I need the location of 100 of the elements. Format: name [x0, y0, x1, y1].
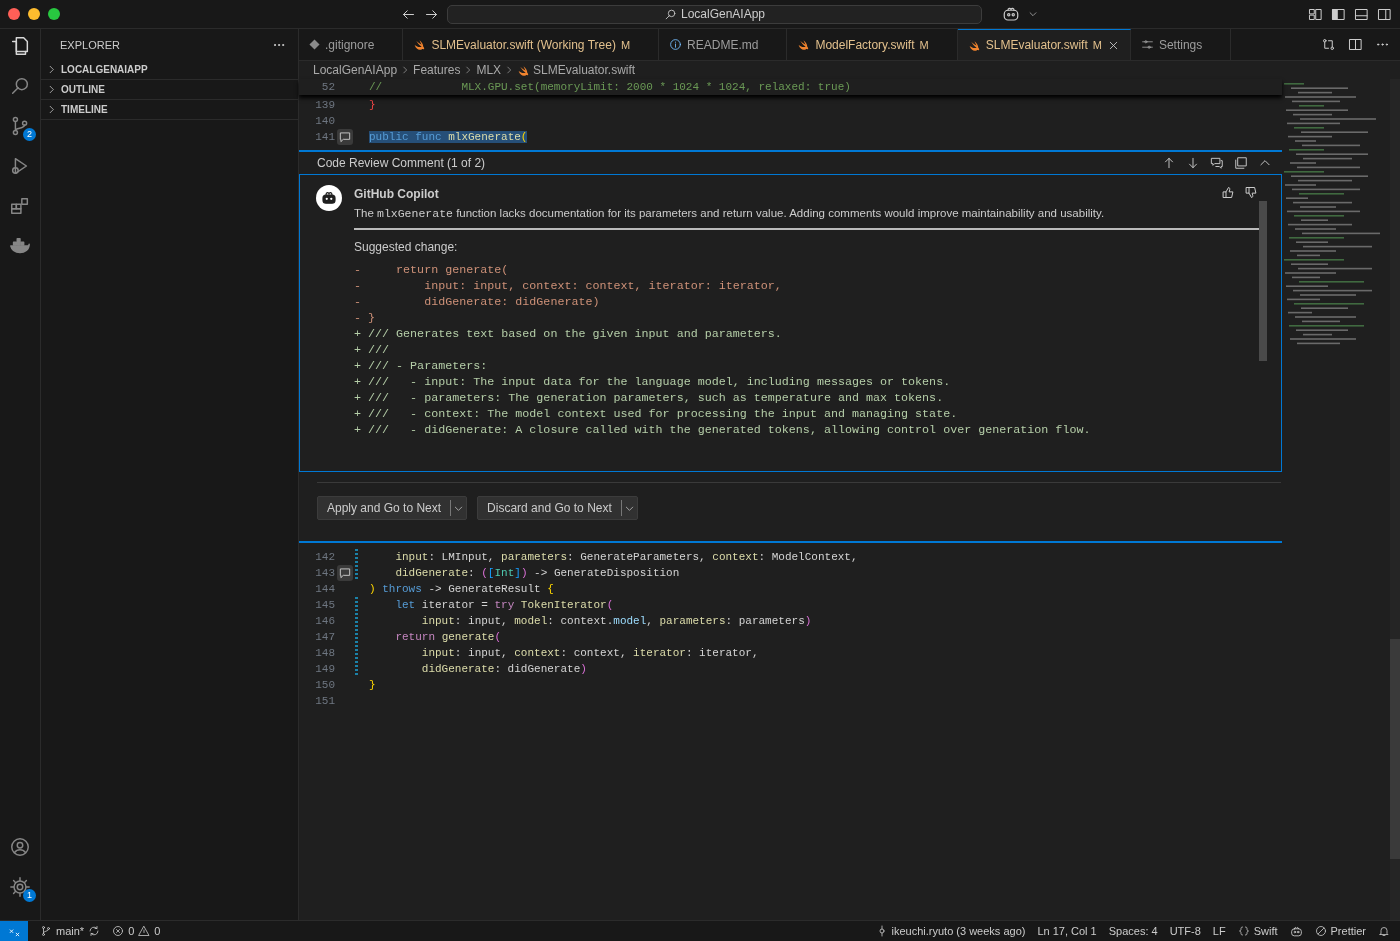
- maximize-window-button[interactable]: [48, 8, 60, 20]
- swift-icon: [413, 38, 427, 51]
- editor-tab[interactable]: SLMEvaluator.swift M: [957, 29, 1131, 60]
- comments-icon[interactable]: [1210, 156, 1224, 170]
- error-icon: [112, 925, 125, 937]
- breadcrumb-item[interactable]: Features: [413, 63, 461, 77]
- thumbs-down-icon[interactable]: [1244, 185, 1259, 200]
- command-center-search[interactable]: LocalGenAIApp: [447, 4, 982, 24]
- scrollbar-thumb[interactable]: [1390, 639, 1400, 859]
- section-header[interactable]: TIMELINE: [41, 100, 298, 120]
- chevron-down-icon: [1028, 9, 1038, 19]
- sidebar-toggle-icon[interactable]: [1331, 6, 1346, 22]
- diff-line: + /// - parameters: The generation parameters, such as temperature and max tokens.: [354, 390, 945, 406]
- braces-icon: [1237, 925, 1250, 937]
- code-line: input: LMInput, parameters: GenerateParameters, context: ModelContext,: [394, 551, 858, 563]
- branch-status[interactable]: main*: [40, 925, 101, 937]
- action-split-button[interactable]: Discard and Go to Next: [477, 496, 638, 520]
- breadcrumb-item[interactable]: SLMEvaluator.swift: [533, 63, 636, 77]
- arrow-down-icon[interactable]: [1186, 156, 1200, 170]
- sliders-icon: [1140, 38, 1154, 51]
- code-line: ) throws -> GenerateResult {: [369, 583, 554, 595]
- code-line: }: [369, 99, 376, 111]
- diff-line: + /// - context: The model context used for processing the input and managing state.: [354, 406, 959, 422]
- count-badge: 1: [23, 889, 36, 902]
- code-line: let iterator = try TokenIterator(: [394, 599, 614, 611]
- account-icon[interactable]: [9, 836, 31, 858]
- blocks-icon[interactable]: [9, 195, 31, 217]
- review-title: Code Review Comment (1 of 2): [317, 156, 486, 170]
- section-header[interactable]: OUTLINE: [41, 80, 298, 100]
- breadcrumb-item[interactable]: LocalGenAIApp: [313, 63, 398, 77]
- diff-line: + /// - input: The input data for the language model, including messages or tokens.: [354, 374, 952, 390]
- line-number: 140: [314, 115, 335, 127]
- diff-line: + ///: [354, 342, 391, 358]
- bell-icon[interactable]: [1378, 925, 1390, 937]
- copilot-icon[interactable]: [1002, 5, 1020, 23]
- language-status[interactable]: Swift: [1237, 925, 1278, 937]
- breadcrumb-item[interactable]: MLX: [476, 63, 502, 77]
- line-number: 52: [320, 81, 335, 93]
- diff-line: + /// - didGenerate: A closure called with the generated tokens, allowing control over generation flow.: [354, 422, 1092, 438]
- line-number: 144: [314, 583, 335, 595]
- line-number: 147: [314, 631, 335, 643]
- action-split-button[interactable]: Apply and Go to Next: [317, 496, 468, 520]
- line-number: 149: [314, 663, 335, 675]
- line-number: 151: [314, 695, 335, 707]
- diff-line: - input: input, context: context, iterator: iterator,: [354, 278, 783, 294]
- minimize-window-button[interactable]: [28, 8, 40, 20]
- branch-icon: [40, 925, 52, 937]
- line-number: 142: [314, 551, 335, 563]
- encoding-status[interactable]: UTF-8: [1169, 925, 1201, 937]
- layout-icon[interactable]: [1308, 6, 1323, 22]
- compare-icon[interactable]: [1321, 37, 1336, 52]
- close-window-button[interactable]: [8, 8, 20, 20]
- diff-line: - return generate(: [354, 262, 510, 278]
- code-line: didGenerate: ([Int]) -> GenerateDisposition: [394, 567, 680, 579]
- line-number: 139: [314, 99, 335, 111]
- line-number: 141: [314, 131, 335, 143]
- count-badge: 2: [23, 128, 36, 141]
- code-line: }: [369, 679, 376, 691]
- section-header[interactable]: LOCALGENAIAPP: [41, 60, 298, 80]
- diff-line: - }: [354, 310, 377, 326]
- thumbs-up-icon[interactable]: [1221, 185, 1236, 200]
- sync-icon: [88, 925, 101, 937]
- split-editor-icon[interactable]: [1348, 37, 1363, 52]
- comment-icon[interactable]: [337, 129, 353, 145]
- panel-toggle-icon[interactable]: [1354, 6, 1369, 22]
- line-number: 143: [314, 567, 335, 579]
- comment-icon[interactable]: [337, 565, 353, 581]
- code-line: input: input, context: context, iterator: iterator,: [420, 647, 759, 659]
- code-line: return generate(: [394, 631, 502, 643]
- secondary-sidebar-icon[interactable]: [1377, 6, 1392, 22]
- diff-line: + /// Generates text based on the given input and parameters.: [354, 326, 783, 342]
- cursor-position[interactable]: Ln 17, Col 1: [1037, 925, 1097, 937]
- scrollbar-thumb[interactable]: [1259, 201, 1267, 361]
- line-number: 148: [314, 647, 335, 659]
- suggestion-label: Suggested change:: [354, 240, 459, 254]
- diff-line: - didGenerate: didGenerate): [354, 294, 601, 310]
- collapse-all-icon[interactable]: [1234, 156, 1248, 170]
- diamond-icon: [309, 39, 320, 50]
- line-number: 150: [314, 679, 335, 691]
- formatter-status[interactable]: Prettier: [1314, 925, 1366, 937]
- line-number: 146: [314, 615, 335, 627]
- diff-line: + /// - Parameters:: [354, 358, 489, 374]
- settings-icon[interactable]: [9, 876, 31, 898]
- copilot-icon[interactable]: [1289, 924, 1303, 938]
- indentation-status[interactable]: Spaces: 4: [1108, 925, 1158, 937]
- warning-icon: [138, 925, 151, 937]
- info-icon: [669, 38, 683, 51]
- code-line: didGenerate: didGenerate): [420, 663, 587, 675]
- problems-status[interactable]: 0 0: [112, 925, 161, 937]
- line-number: 145: [314, 599, 335, 611]
- arrow-up-icon[interactable]: [1162, 156, 1176, 170]
- code-line: // MLX.GPU.set(memoryLimit: 2000 * 1024 * 1024, relaxed: true): [369, 81, 851, 93]
- sidebar-title: EXPLORER: [60, 38, 120, 51]
- swift-icon: [797, 38, 811, 51]
- author-name: GitHub Copilot: [354, 186, 439, 203]
- search-icon[interactable]: [9, 75, 31, 97]
- code-line: input: input, model: context.model, parameters: parameters): [420, 615, 812, 627]
- blame-status[interactable]: ikeuchi.ryuto (3 weeks ago): [875, 925, 1026, 937]
- line-ending-status[interactable]: LF: [1212, 925, 1226, 937]
- files-icon[interactable]: [9, 35, 31, 57]
